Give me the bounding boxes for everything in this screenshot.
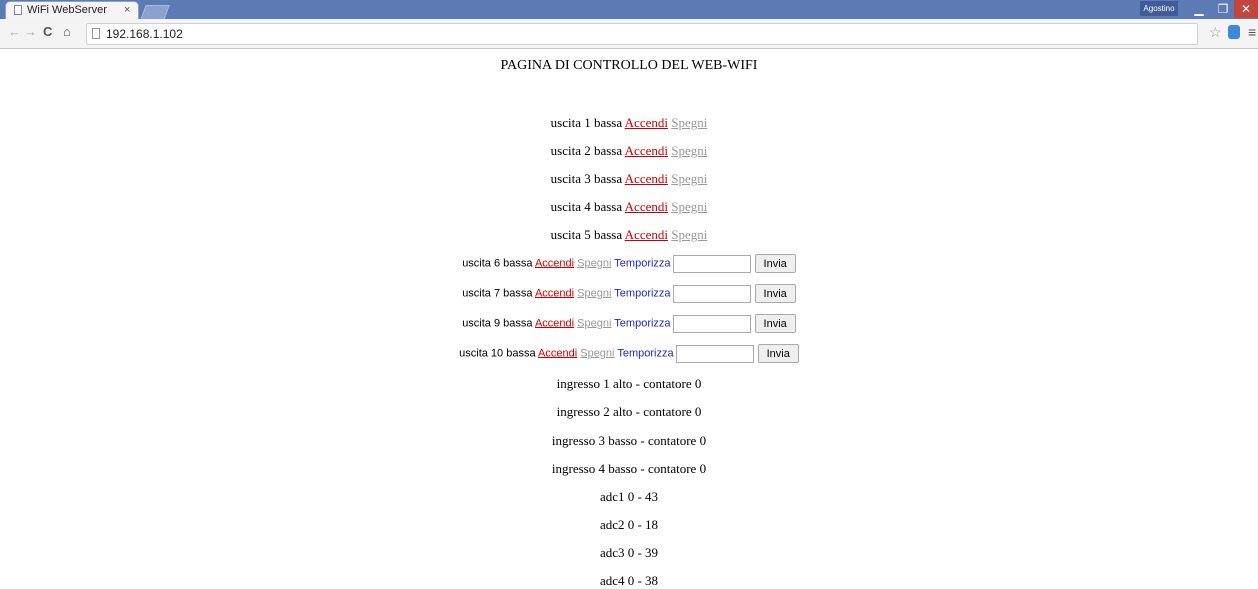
spegni-link[interactable]: Spegni xyxy=(671,199,707,214)
adc-reading: adc2 0 - 18 xyxy=(599,517,659,532)
accendi-link[interactable]: Accendi xyxy=(625,227,668,242)
spegni-link[interactable]: Spegni xyxy=(671,115,707,130)
accendi-link[interactable]: Accendi xyxy=(538,347,577,359)
output-label: uscita 3 bassa xyxy=(550,171,623,186)
bookmark-star-icon[interactable]: ☆ xyxy=(1209,24,1222,41)
output-label: uscita 7 bassa xyxy=(462,287,533,300)
browser-toolbar: ← → C ⌂ 192.168.1.102 ☆ ≡ xyxy=(0,19,1258,49)
output-label: uscita 1 bassa xyxy=(550,115,623,130)
accendi-link[interactable]: Accendi xyxy=(625,115,668,130)
spegni-link[interactable]: Spegni xyxy=(671,143,707,158)
accendi-link[interactable]: Accendi xyxy=(625,171,668,186)
output-label: uscita 10 bassa xyxy=(459,347,536,360)
menu-icon[interactable]: ≡ xyxy=(1248,24,1256,40)
output-row: uscita 1 bassa Accendi Spegni xyxy=(0,115,1258,131)
temporizza-link[interactable]: Temporizza xyxy=(614,317,670,329)
browser-titlebar: WiFi WebServer × Agostino ▁ ❐ ✕ xyxy=(0,0,1258,20)
temporizza-link[interactable]: Temporizza xyxy=(617,347,673,359)
reload-icon[interactable]: C xyxy=(43,24,52,39)
output-label: uscita 9 bassa xyxy=(462,317,533,330)
output-row: uscita 3 bassa Accendi Spegni xyxy=(0,171,1258,187)
home-icon[interactable]: ⌂ xyxy=(63,24,71,39)
extension-icon[interactable] xyxy=(1228,25,1240,39)
page-content: PAGINA DI CONTROLLO DEL WEB-WIFI uscita … xyxy=(0,48,1258,589)
spegni-link[interactable]: Spegni xyxy=(671,227,707,242)
adc-reading: adc4 0 - 38 xyxy=(599,573,659,588)
invia-button[interactable]: Invia xyxy=(754,254,796,273)
spegni-link[interactable]: Spegni xyxy=(577,287,611,299)
timed-output-row: uscita 10 bassa Accendi Spegni Temporizz… xyxy=(0,344,1258,363)
timer-input[interactable] xyxy=(672,284,751,303)
accendi-link[interactable]: Accendi xyxy=(535,287,574,299)
tab-title: WiFi WebServer xyxy=(27,4,107,16)
adc-reading: adc3 0 - 39 xyxy=(599,545,659,560)
invia-button[interactable]: Invia xyxy=(757,344,799,363)
adc-reading: adc1 0 - 43 xyxy=(599,489,659,504)
new-tab-button[interactable] xyxy=(140,5,170,20)
timed-output-row: uscita 6 bassa Accendi Spegni Temporizza… xyxy=(0,254,1258,273)
address-url[interactable]: 192.168.1.102 xyxy=(106,27,183,41)
temporizza-link[interactable]: Temporizza xyxy=(614,257,670,269)
spegni-link[interactable]: Spegni xyxy=(577,317,611,329)
forward-arrow-icon[interactable]: → xyxy=(24,24,37,39)
timed-output-row: uscita 7 bassa Accendi Spegni Temporizza… xyxy=(0,284,1258,303)
minimize-icon[interactable]: ▁ xyxy=(1186,0,1212,18)
timed-output-row: uscita 9 bassa Accendi Spegni Temporizza… xyxy=(0,314,1258,333)
output-label: uscita 6 bassa xyxy=(462,257,533,270)
input-status: ingresso 4 basso - contatore 0 xyxy=(551,461,707,476)
input-status: ingresso 2 alto - contatore 0 xyxy=(556,404,702,419)
invia-button[interactable]: Invia xyxy=(754,314,796,333)
window-close-icon[interactable]: ✕ xyxy=(1234,0,1258,18)
output-label: uscita 2 bassa xyxy=(550,143,623,158)
spegni-link[interactable]: Spegni xyxy=(577,257,611,269)
output-row: uscita 5 bassa Accendi Spegni xyxy=(0,227,1258,243)
browser-tab[interactable]: WiFi WebServer × xyxy=(6,2,138,19)
spegni-link[interactable]: Spegni xyxy=(580,347,614,359)
accendi-link[interactable]: Accendi xyxy=(535,257,574,269)
timer-input[interactable] xyxy=(672,254,751,273)
spegni-link[interactable]: Spegni xyxy=(671,171,707,186)
output-row: uscita 4 bassa Accendi Spegni xyxy=(0,199,1258,215)
address-bar[interactable]: 192.168.1.102 xyxy=(86,23,1198,45)
accendi-link[interactable]: Accendi xyxy=(625,143,668,158)
accendi-link[interactable]: Accendi xyxy=(535,317,574,329)
page-title: PAGINA DI CONTROLLO DEL WEB-WIFI xyxy=(500,58,758,73)
output-row: uscita 2 bassa Accendi Spegni xyxy=(0,143,1258,159)
input-status: ingresso 1 alto - contatore 0 xyxy=(556,376,702,391)
tab-close-icon[interactable]: × xyxy=(124,4,130,16)
output-label: uscita 4 bassa xyxy=(550,199,623,214)
back-arrow-icon[interactable]: ← xyxy=(8,24,21,39)
accendi-link[interactable]: Accendi xyxy=(625,199,668,214)
timer-input[interactable] xyxy=(675,344,754,363)
page-icon xyxy=(92,28,100,39)
maximize-icon[interactable]: ❐ xyxy=(1210,0,1236,18)
invia-button[interactable]: Invia xyxy=(754,284,796,303)
page-favicon-icon xyxy=(14,5,22,15)
timer-input[interactable] xyxy=(672,314,751,333)
output-label: uscita 5 bassa xyxy=(550,227,623,242)
profile-badge[interactable]: Agostino xyxy=(1140,1,1178,16)
temporizza-link[interactable]: Temporizza xyxy=(614,287,670,299)
input-status: ingresso 3 basso - contatore 0 xyxy=(551,433,707,448)
